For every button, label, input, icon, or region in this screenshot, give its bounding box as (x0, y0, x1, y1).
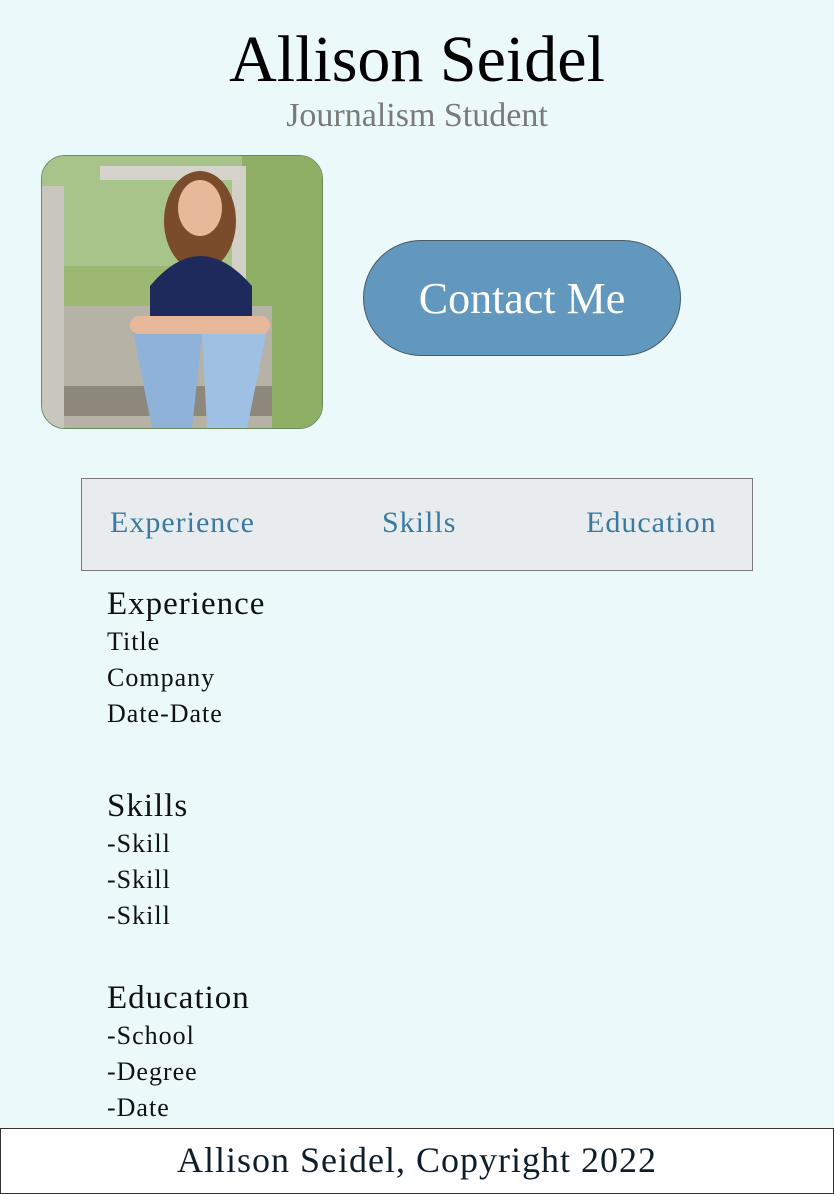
page-footer: Allison Seidel, Copyright 2022 (0, 1128, 834, 1194)
skill-item: -Skill (107, 865, 171, 894)
experience-section: Experience Title Company Date-Date (107, 584, 265, 732)
experience-heading: Experience (107, 586, 266, 622)
tab-education[interactable]: Education (586, 503, 717, 543)
page-title: Allison Seidel (229, 23, 605, 96)
experience-dates: Date-Date (107, 699, 223, 728)
education-degree: -Degree (107, 1057, 198, 1086)
skills-section: Skills -Skill -Skill -Skill (107, 786, 188, 934)
skill-item: -Skill (107, 901, 171, 930)
contact-me-button[interactable]: Contact Me (363, 240, 681, 356)
tab-experience[interactable]: Experience (110, 503, 255, 543)
education-date: -Date (107, 1093, 170, 1122)
tab-skills[interactable]: Skills (382, 503, 456, 543)
section-tabs: Experience Skills Education (81, 478, 753, 571)
education-school: -School (107, 1021, 195, 1050)
education-heading: Education (107, 980, 250, 1016)
profile-photo (41, 155, 323, 429)
page-subtitle: Journalism Student (286, 97, 548, 134)
experience-title: Title (107, 627, 161, 656)
education-section: Education -School -Degree -Date (107, 978, 250, 1126)
experience-company: Company (107, 663, 216, 692)
skill-item: -Skill (107, 829, 171, 858)
skills-heading: Skills (107, 788, 189, 824)
